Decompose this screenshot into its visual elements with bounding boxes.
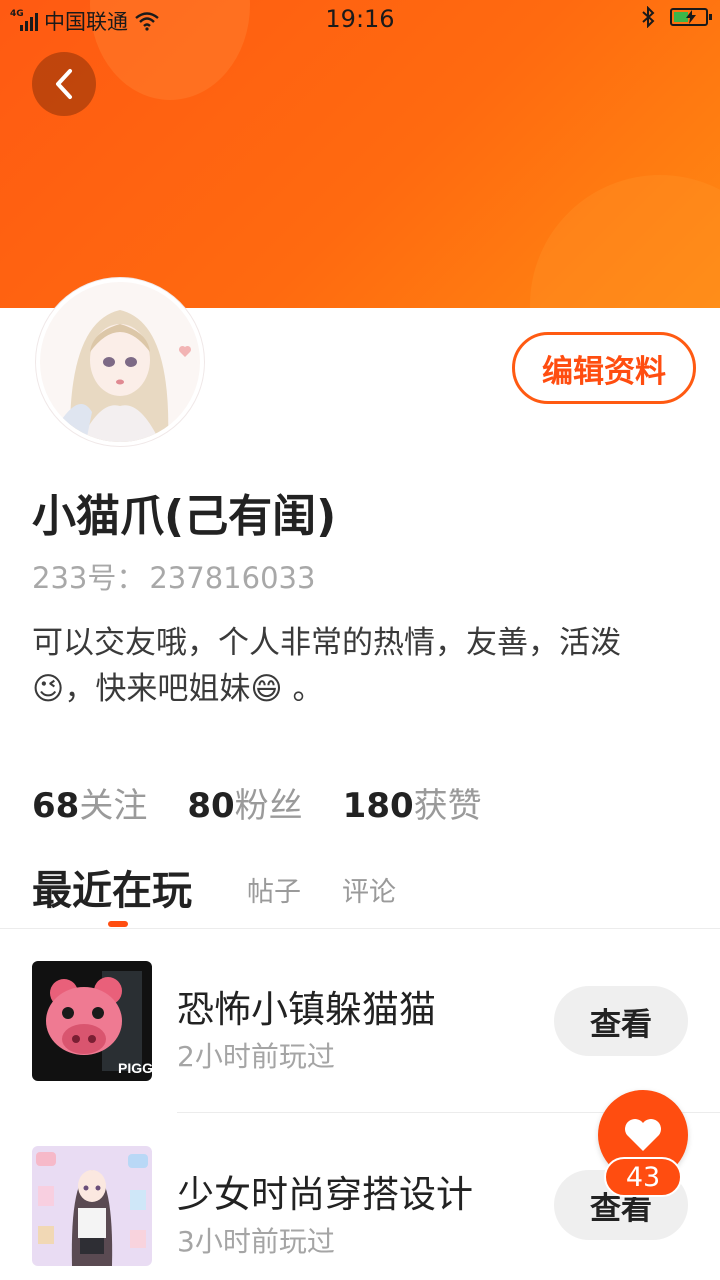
game-last-played: 2小时前玩过 <box>177 1040 335 1073</box>
game-icon-fashion <box>32 1146 152 1266</box>
banner-decoration <box>530 175 720 308</box>
active-tab-indicator <box>108 921 128 927</box>
profile-banner <box>0 0 720 308</box>
avatar[interactable] <box>36 278 204 446</box>
game-title: 恐怖小镇躲猫猫 <box>177 988 436 1031</box>
game-last-played: 3小时前玩过 <box>177 1225 335 1258</box>
view-game-button[interactable]: 查看 <box>554 986 688 1056</box>
battery-charging-icon <box>670 8 712 26</box>
game-icon-text: PIGGY <box>118 1060 152 1076</box>
divider <box>0 928 720 929</box>
chevron-left-icon <box>56 69 72 99</box>
user-id-label: 233号： <box>32 561 146 595</box>
tab-comments[interactable]: 评论 <box>342 870 396 909</box>
game-title: 少女时尚穿搭设计 <box>177 1173 473 1216</box>
tab-recently-played[interactable]: 最近在玩 <box>32 858 192 916</box>
edit-profile-button[interactable]: 编辑资料 <box>512 332 696 404</box>
tab-posts[interactable]: 帖子 <box>247 870 301 909</box>
stat-likes[interactable]: 180获赞 <box>343 778 482 827</box>
back-button[interactable] <box>32 52 96 116</box>
username: 小猫爪(己有闺) <box>32 491 337 542</box>
list-item[interactable]: PIGGY 恐怖小镇躲猫猫 2小时前玩过 查看 <box>0 945 720 1095</box>
clock: 19:16 <box>325 5 395 33</box>
stat-followers[interactable]: 80粉丝 <box>187 778 302 827</box>
heart-icon <box>625 1119 661 1151</box>
avatar-image <box>40 282 200 442</box>
user-bio: 可以交友哦，个人非常的热情，友善，活泼😉，快来吧姐妹😄 。 <box>32 625 621 707</box>
like-count-badge: 43 <box>604 1157 682 1197</box>
stat-following[interactable]: 68关注 <box>32 778 147 827</box>
user-id-value: 237816033 <box>149 561 316 595</box>
profile-stats: 68关注 80粉丝 180获赞 <box>32 778 482 827</box>
content-tabs: 最近在玩 帖子 评论 <box>32 858 712 928</box>
bluetooth-icon <box>642 6 655 28</box>
user-id: 233号： 237816033 <box>32 555 315 597</box>
game-icon-piggy: PIGGY <box>32 961 152 1081</box>
status-bar: 4G 中国联通 19:16 <box>0 0 720 40</box>
